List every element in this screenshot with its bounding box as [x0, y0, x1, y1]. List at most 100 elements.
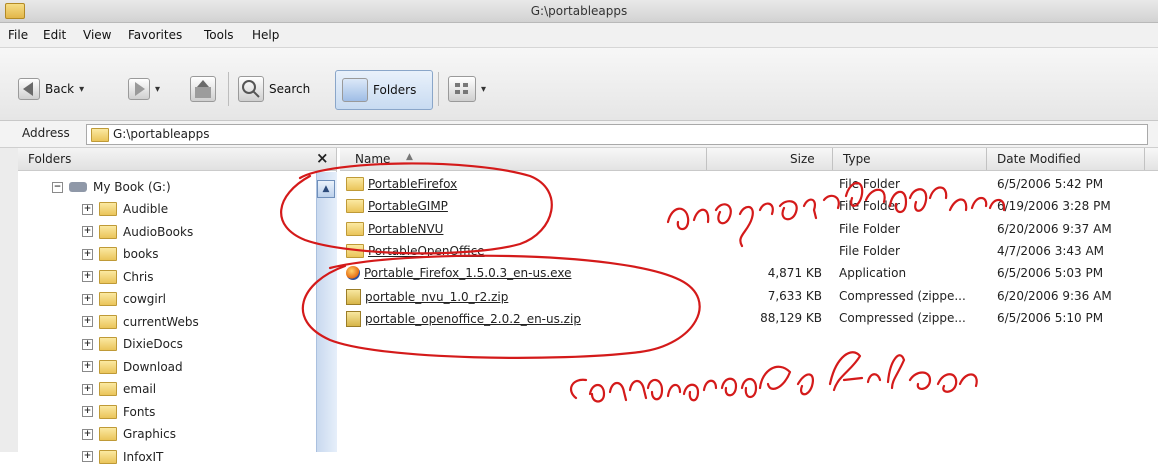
- file-name[interactable]: portable_nvu_1.0_r2.zip: [346, 288, 508, 305]
- folder-icon: [346, 221, 364, 236]
- file-row[interactable]: PortableFirefox File Folder 6/5/2006 5:42 …: [346, 177, 1146, 199]
- tree-item[interactable]: + AudioBooks: [82, 221, 193, 243]
- file-row[interactable]: PortableGIMP File Folder 6/19/2006 3:28 PM: [346, 199, 1146, 221]
- file-date: 6/5/2006 5:03 PM: [997, 266, 1104, 281]
- views-button[interactable]: ▾: [448, 76, 486, 102]
- expand-icon[interactable]: +: [82, 226, 93, 237]
- tree-item[interactable]: + currentWebs: [82, 311, 199, 333]
- file-type: File Folder: [839, 177, 900, 191]
- tree-item[interactable]: + Audible: [82, 198, 168, 220]
- file-date: 6/19/2006 3:28 PM: [997, 199, 1111, 214]
- column-type[interactable]: Type: [843, 152, 871, 166]
- folder-icon: [99, 247, 117, 261]
- expand-icon[interactable]: +: [82, 271, 93, 282]
- zip-icon: [346, 310, 361, 327]
- file-name[interactable]: Portable_Firefox_1.5.0.3_en-us.exe: [346, 266, 571, 281]
- expand-icon[interactable]: +: [82, 451, 93, 462]
- expand-icon[interactable]: +: [82, 293, 93, 305]
- views-grid-icon: [448, 76, 476, 102]
- folder-icon: [99, 314, 117, 329]
- file-date: 6/20/2006 9:36 AM: [997, 288, 1112, 303]
- window-title: G:\portableapps: [530, 4, 628, 18]
- chevron-down-icon[interactable]: ▾: [79, 84, 84, 95]
- column-name[interactable]: Name: [355, 152, 390, 166]
- menu-tools[interactable]: Tools: [204, 28, 234, 42]
- address-bar: Address G:\portableapps: [0, 121, 1158, 148]
- collapse-icon[interactable]: −: [52, 181, 63, 193]
- folder-icon: [99, 382, 117, 396]
- file-row[interactable]: Portable_Firefox_1.5.0.3_en-us.exe 4,871 …: [346, 266, 1146, 288]
- folder-icon: [99, 427, 117, 441]
- tree-item[interactable]: + Download: [82, 356, 183, 378]
- file-name[interactable]: portable_openoffice_2.0.2_en-us.zip: [346, 310, 581, 327]
- file-type: Compressed (zippe...: [839, 310, 966, 325]
- chevron-down-icon[interactable]: ▾: [481, 84, 486, 95]
- expand-icon[interactable]: +: [82, 428, 93, 440]
- folder-icon: [99, 224, 117, 239]
- tree-item[interactable]: + books: [82, 243, 159, 265]
- file-name[interactable]: PortableFirefox: [346, 177, 457, 191]
- toolbar: Back ▾ ▾ Search Folders ▾: [0, 48, 1158, 121]
- expand-icon[interactable]: +: [82, 406, 93, 417]
- expand-icon[interactable]: +: [82, 316, 93, 327]
- file-name[interactable]: PortableOpenOffice: [346, 243, 485, 258]
- tree-item[interactable]: + cowgirl: [82, 288, 166, 310]
- search-label: Search: [269, 82, 311, 96]
- menu-help[interactable]: Help: [252, 28, 279, 42]
- expand-icon[interactable]: +: [82, 248, 93, 260]
- folder-icon: [99, 202, 117, 216]
- column-size[interactable]: Size: [790, 152, 815, 166]
- folders-scrollbar[interactable]: [316, 172, 337, 452]
- expand-icon[interactable]: +: [82, 203, 93, 215]
- tree-item[interactable]: + Chris: [82, 266, 154, 288]
- folder-icon: [99, 404, 117, 419]
- tree-item[interactable]: + InfoxIT: [82, 446, 163, 468]
- tree-item-root[interactable]: − My Book (G:): [52, 176, 171, 198]
- tree-item[interactable]: + email: [82, 378, 156, 400]
- menu-bar: File Edit View Favorites Tools Help: [0, 23, 1158, 48]
- up-folder-button[interactable]: [190, 76, 216, 102]
- column-date-modified[interactable]: Date Modified: [997, 152, 1081, 166]
- file-row[interactable]: portable_openoffice_2.0.2_en-us.zip 88,12…: [346, 310, 1146, 333]
- folder-icon: [99, 337, 117, 351]
- zip-icon: [346, 288, 361, 305]
- scroll-up-icon[interactable]: ▲: [317, 180, 335, 198]
- folder-icon: [91, 128, 109, 142]
- back-label: Back: [45, 82, 75, 96]
- menu-edit[interactable]: Edit: [43, 28, 66, 42]
- expand-icon[interactable]: +: [82, 361, 93, 372]
- left-edge: [0, 148, 19, 452]
- menu-favorites[interactable]: Favorites: [128, 28, 182, 42]
- file-name[interactable]: PortableGIMP: [346, 199, 448, 214]
- file-row[interactable]: PortableNVU File Folder 6/20/2006 9:37 AM: [346, 221, 1146, 244]
- expand-icon[interactable]: +: [82, 383, 93, 395]
- search-button[interactable]: Search: [238, 76, 310, 102]
- folders-pane-header: Folders ×: [18, 148, 336, 171]
- file-size: 7,633 KB: [767, 288, 822, 303]
- title-bar: G:\portableapps: [0, 0, 1158, 23]
- file-row[interactable]: PortableOpenOffice File Folder 4/7/2006 3:…: [346, 243, 1146, 266]
- address-field[interactable]: G:\portableapps: [86, 124, 1148, 145]
- file-row[interactable]: portable_nvu_1.0_r2.zip 7,633 KB Compresse…: [346, 288, 1146, 311]
- folders-button[interactable]: Folders: [335, 70, 433, 110]
- chevron-down-icon[interactable]: ▾: [155, 84, 160, 95]
- tree-item[interactable]: + Fonts: [82, 401, 155, 423]
- tree-item[interactable]: + DixieDocs: [82, 333, 183, 355]
- back-button[interactable]: Back ▾: [18, 78, 84, 100]
- tree-item[interactable]: + Graphics: [82, 423, 176, 445]
- file-date: 6/20/2006 9:37 AM: [997, 221, 1112, 236]
- menu-view[interactable]: View: [83, 28, 111, 42]
- back-arrow-icon: [18, 78, 40, 100]
- file-date: 6/5/2006 5:10 PM: [997, 310, 1104, 325]
- file-name[interactable]: PortableNVU: [346, 221, 443, 236]
- file-type: File Folder: [839, 243, 900, 258]
- address-value[interactable]: G:\portableapps: [113, 127, 210, 141]
- folder-icon: [346, 243, 364, 258]
- folder-icon: [346, 177, 364, 191]
- menu-file[interactable]: File: [8, 28, 28, 42]
- expand-icon[interactable]: +: [82, 338, 93, 350]
- tree-item-label: AudioBooks: [123, 224, 194, 239]
- forward-button[interactable]: ▾: [128, 78, 160, 100]
- close-icon[interactable]: ×: [316, 149, 329, 167]
- tree-item-label: books: [123, 247, 159, 261]
